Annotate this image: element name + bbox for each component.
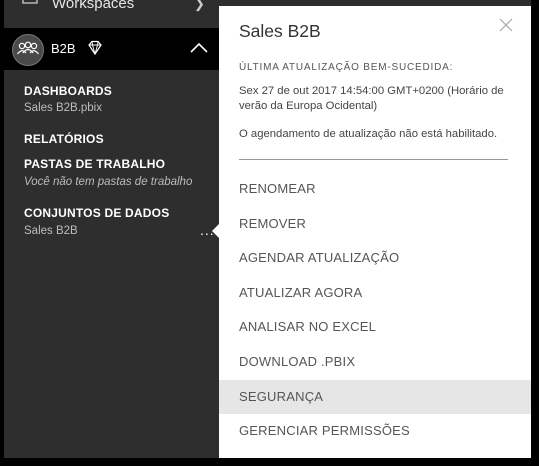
close-icon[interactable] [499,18,513,32]
chevron-right-icon: ❯ [194,0,205,11]
nav-pane: Workspaces ❯ B2B DASHBOARDS Sales B2B.pb… [4,0,220,458]
chevron-up-icon[interactable] [190,42,208,54]
dataset-item[interactable]: Sales B2B [24,225,78,237]
section-workbooks-title[interactable]: PASTAS DE TRABALHO [24,157,165,171]
dashboard-item[interactable]: Sales B2B.pbix [24,102,102,114]
menu-item-schedule-refresh[interactable]: AGENDAR ATUALIZAÇÃO [219,241,531,276]
last-refresh-value: Sex 27 de out 2017 14:54:00 GMT+0200 (Ho… [239,85,504,112]
menu-item-analyze-in-excel[interactable]: ANALISAR NO EXCEL [219,310,531,345]
menu-item-security[interactable]: SEGURANÇA [219,379,531,415]
group-header[interactable]: B2B [4,28,219,70]
workspaces-icon [22,0,38,4]
group-avatar-icon [12,34,44,66]
divider [239,159,508,160]
menu-item-download-pbix[interactable]: DOWNLOAD .PBIX [219,345,531,380]
menu-item-manage-permissions[interactable]: GERENCIAR PERMISSÕES [219,414,531,449]
menu-item-remove[interactable]: REMOVER [219,207,531,242]
schedule-status: O agendamento de atualização não está ha… [239,128,498,140]
last-refresh-label: ÚLTIMA ATUALIZAÇÃO BEM-SUCEDIDA: [239,62,454,73]
section-dashboards-title[interactable]: DASHBOARDS [24,84,112,98]
dataset-context-panel: Sales B2B ÚLTIMA ATUALIZAÇÃO BEM-SUCEDID… [219,6,531,458]
workspaces-row[interactable]: Workspaces ❯ [4,0,219,24]
group-name: B2B [51,41,76,56]
section-datasets-title[interactable]: CONJUNTOS DE DADOS [24,206,169,220]
diamond-icon [88,40,102,56]
workspaces-label: Workspaces [52,0,135,12]
panel-title: Sales B2B [239,21,321,41]
menu-item-rename[interactable]: RENOMEAR [219,172,531,207]
app-window: Workspaces ❯ B2B DASHBOARDS Sales B2B.pb… [4,0,531,458]
workbooks-empty-message: Você não tem pastas de trabalho [24,176,193,188]
context-menu: RENOMEAR REMOVER AGENDAR ATUALIZAÇÃO ATU… [219,172,531,449]
menu-item-refresh-now[interactable]: ATUALIZAR AGORA [219,276,531,311]
section-reports-title[interactable]: RELATÓRIOS [24,132,104,146]
